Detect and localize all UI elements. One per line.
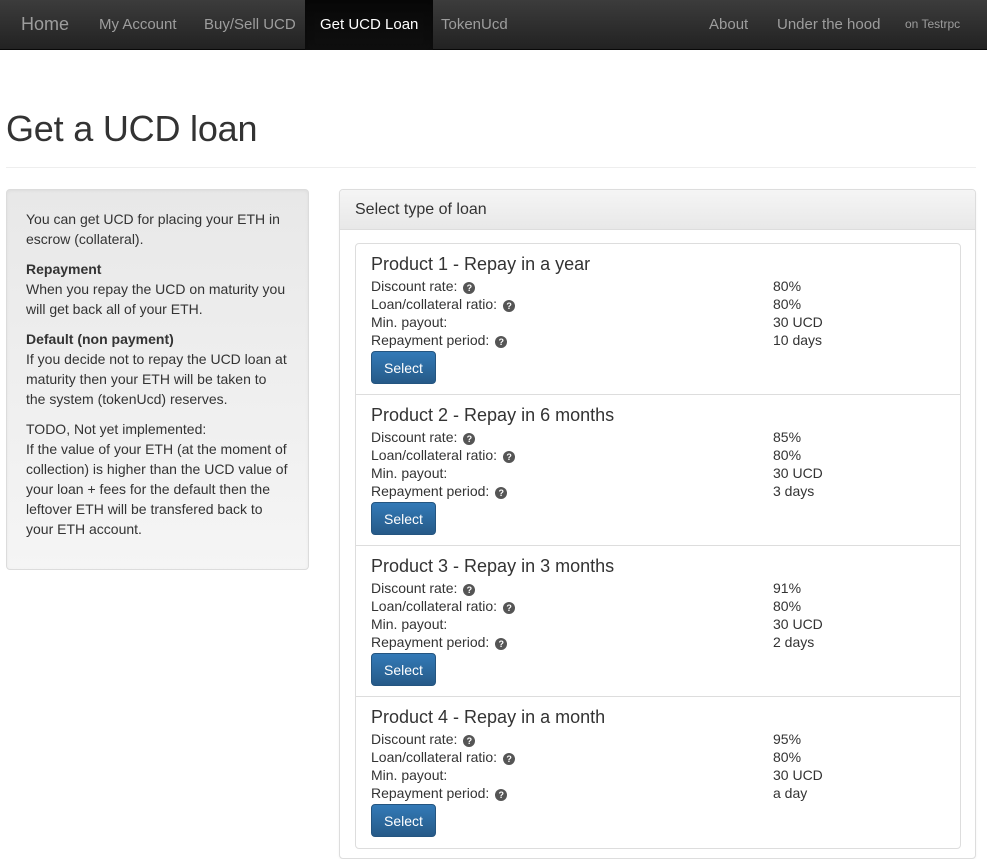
select-product-1-button[interactable]: Select [371,351,436,384]
default-text: If you decide not to repay the UCD loan … [26,351,287,407]
product-title: Product 1 - Repay in a year [371,254,591,274]
page-title: Get a UCD loan [6,108,258,149]
min-payout-label: Min. payout: [371,616,448,632]
question-circle-icon[interactable]: ? [463,735,476,747]
period-row: Repayment period:? 2 days [371,633,945,651]
network-indicator: on Testrpc [905,17,961,31]
question-circle-icon[interactable]: ? [495,638,508,650]
top-navbar: Home My Account Buy/Sell UCD Get UCD Loa… [0,0,987,50]
question-circle-icon[interactable]: ? [503,451,516,463]
question-circle-icon[interactable]: ? [503,300,516,312]
question-circle-icon[interactable]: ? [495,789,508,801]
discount-row: Discount rate:? 85% [371,428,945,446]
min-payout-value: 30 UCD [773,314,823,330]
ratio-label: Loan/collateral ratio: [371,749,498,765]
select-product-4-button[interactable]: Select [371,804,436,837]
discount-row: Discount rate:? 80% [371,277,945,295]
ratio-value: 80% [773,749,802,765]
loan-product-2: Product 2 - Repay in 6 months Discount r… [356,395,960,546]
panel-heading: Select type of loan [340,190,975,230]
min-payout-label: Min. payout: [371,465,448,481]
ratio-value: 80% [773,598,802,614]
loan-product-4: Product 4 - Repay in a month Discount ra… [356,697,960,848]
loan-product-list: Product 1 - Repay in a year Discount rat… [355,243,961,849]
product-title: Product 2 - Repay in 6 months [371,405,615,425]
period-value: a day [773,785,808,801]
question-circle-icon[interactable]: ? [495,487,508,499]
info-todo: TODO, Not yet implemented: If the value … [26,419,289,539]
min-payout-value: 30 UCD [773,767,823,783]
discount-value: 91% [773,580,802,596]
min-payout-value: 30 UCD [773,616,823,632]
question-circle-icon[interactable]: ? [495,336,508,348]
loan-product-3: Product 3 - Repay in 3 months Discount r… [356,546,960,697]
nav-about-link[interactable]: About [709,0,748,50]
period-row: Repayment period:? a day [371,784,945,802]
info-intro: You can get UCD for placing your ETH in … [26,211,280,247]
select-product-2-button[interactable]: Select [371,502,436,535]
min-payout-value: 30 UCD [773,465,823,481]
ratio-label: Loan/collateral ratio: [371,447,498,463]
nav-under-the-hood-link[interactable]: Under the hood [777,0,880,50]
ratio-row: Loan/collateral ratio:? 80% [371,446,945,464]
period-value: 3 days [773,483,815,499]
ratio-label: Loan/collateral ratio: [371,598,498,614]
period-row: Repayment period:? 10 days [371,331,945,349]
discount-value: 80% [773,278,802,294]
min-payout-label: Min. payout: [371,314,448,330]
discount-label: Discount rate: [371,731,458,747]
discount-label: Discount rate: [371,580,458,596]
loan-type-panel: Select type of loan Product 1 - Repay in… [339,189,976,859]
min-payout-label: Min. payout: [371,767,448,783]
info-default: Default (non payment) If you decide not … [26,329,289,409]
product-title: Product 3 - Repay in 3 months [371,556,615,576]
discount-row: Discount rate:? 95% [371,730,945,748]
question-circle-icon[interactable]: ? [503,602,516,614]
ratio-value: 80% [773,447,802,463]
ratio-value: 80% [773,296,802,312]
question-circle-icon[interactable]: ? [463,433,476,445]
info-repayment: Repayment When you repay the UCD on matu… [26,259,289,319]
min-payout-row: Min. payout: 30 UCD [371,766,945,784]
ratio-row: Loan/collateral ratio:? 80% [371,295,945,313]
period-label: Repayment period: [371,332,490,348]
ratio-row: Loan/collateral ratio:? 80% [371,748,945,766]
nav-home-link[interactable]: Home [21,0,69,50]
repayment-text: When you repay the UCD on maturity you w… [26,281,286,317]
todo-heading: TODO, Not yet implemented: [26,421,207,437]
discount-row: Discount rate:? 91% [371,579,945,597]
product-title: Product 4 - Repay in a month [371,707,606,727]
nav-buy-sell-link[interactable]: Buy/Sell UCD [204,0,296,50]
default-heading: Default (non payment) [26,331,174,347]
ratio-row: Loan/collateral ratio:? 80% [371,597,945,615]
ratio-label: Loan/collateral ratio: [371,296,498,312]
discount-label: Discount rate: [371,278,458,294]
min-payout-row: Min. payout: 30 UCD [371,313,945,331]
min-payout-row: Min. payout: 30 UCD [371,615,945,633]
question-circle-icon[interactable]: ? [503,753,516,765]
title-divider [6,167,976,168]
question-circle-icon[interactable]: ? [463,282,476,294]
period-label: Repayment period: [371,483,490,499]
nav-tokenucd-link[interactable]: TokenUcd [441,0,508,50]
loan-product-1: Product 1 - Repay in a year Discount rat… [356,244,960,395]
discount-value: 95% [773,731,802,747]
question-circle-icon[interactable]: ? [463,584,476,596]
loan-info-well: You can get UCD for placing your ETH in … [6,189,309,570]
period-label: Repayment period: [371,634,490,650]
todo-text: If the value of your ETH (at the moment … [26,441,288,537]
min-payout-row: Min. payout: 30 UCD [371,464,945,482]
period-value: 10 days [773,332,823,348]
nav-my-account-link[interactable]: My Account [99,0,177,50]
period-label: Repayment period: [371,785,490,801]
repayment-heading: Repayment [26,261,102,277]
period-row: Repayment period:? 3 days [371,482,945,500]
discount-label: Discount rate: [371,429,458,445]
period-value: 2 days [773,634,815,650]
nav-get-loan-link[interactable]: Get UCD Loan [305,0,434,50]
discount-value: 85% [773,429,802,445]
select-product-3-button[interactable]: Select [371,653,436,686]
